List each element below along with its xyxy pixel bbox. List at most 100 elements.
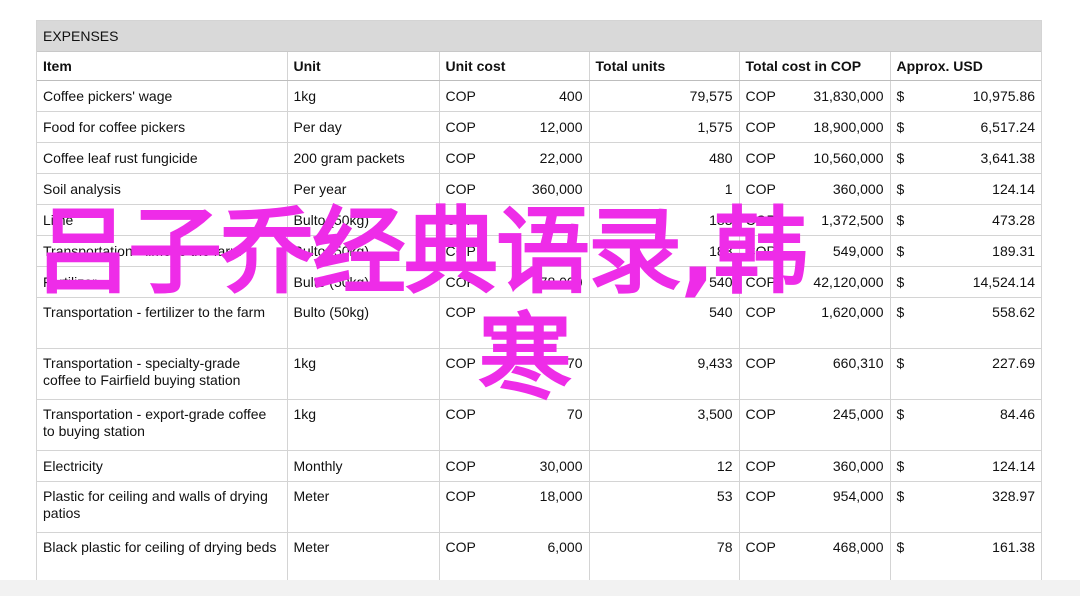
dollar-sign: $: [896, 355, 905, 371]
cell-unit: 1kg: [287, 399, 440, 451]
usd-value: 124.14: [992, 458, 1035, 474]
cell-total-cost: COP 360,000: [739, 450, 891, 482]
cell-usd: $473.28: [890, 204, 1041, 236]
cell-total-units: 3,500: [589, 399, 740, 451]
header-total-units: Total units: [589, 52, 740, 81]
cell-unit-cost: COP 30,000: [439, 450, 590, 482]
dollar-sign: $: [896, 181, 905, 197]
unit-cost-value: 22,000: [539, 150, 583, 166]
cell-usd: $124.14: [890, 450, 1041, 482]
cell-unit-cost: COP 400: [439, 80, 590, 112]
cell-total-cost: COP 10,560,000: [739, 142, 891, 174]
table-row: Transportation - fertilizer to the farm B…: [37, 297, 1041, 349]
cell-usd: $161.38: [890, 532, 1041, 584]
currency-label: COP: [745, 119, 776, 135]
cell-total-units: 78: [589, 532, 740, 584]
cell-unit-cost: COP 12,000: [439, 111, 590, 143]
dollar-sign: $: [896, 274, 905, 290]
cell-total-cost: COP 360,000: [739, 173, 891, 205]
cell-total-cost: COP 42,120,000: [739, 266, 891, 298]
total-cost-value: 360,000: [832, 181, 884, 197]
usd-value: 3,641.38: [980, 150, 1036, 166]
cell-usd: $14,524.14: [890, 266, 1041, 298]
cell-item: Plastic for ceiling and walls of drying …: [37, 481, 288, 533]
total-cost-value: 360,000: [832, 458, 884, 474]
currency-label: COP: [445, 212, 476, 228]
table-row: Electricity Monthly COP 30,000 12 COP 360,000 $…: [37, 450, 1041, 482]
total-cost-value: 468,000: [832, 539, 884, 555]
cell-total-units: 1: [589, 173, 740, 205]
cell-total-cost: COP 468,000: [739, 532, 891, 584]
cell-item: Soil analysis: [37, 173, 288, 205]
usd-value: 161.38: [992, 539, 1035, 555]
currency-label: COP: [445, 181, 476, 197]
usd-value: 124.14: [992, 181, 1035, 197]
table-row: Coffee pickers' wage 1kg COP 400 79,575 COP 31…: [37, 80, 1041, 112]
cell-total-cost: COP 18,900,000: [739, 111, 891, 143]
currency-label: COP: [445, 539, 476, 555]
unit-cost-value: 400: [559, 88, 583, 104]
currency-label: COP: [745, 181, 776, 197]
header-item: Item: [37, 52, 288, 81]
currency-label: COP: [745, 488, 776, 504]
total-cost-value: 31,830,000: [813, 88, 884, 104]
usd-value: 189.31: [992, 243, 1035, 259]
unit-cost-value: 70: [566, 406, 583, 422]
total-cost-value: 660,310: [832, 355, 884, 371]
cell-item: Fertilizer: [37, 266, 288, 298]
dollar-sign: $: [896, 212, 905, 228]
currency-label: COP: [445, 119, 476, 135]
cell-total-cost: COP 1,372,500: [739, 204, 891, 236]
cell-unit-cost: COP 6,000: [439, 532, 590, 584]
currency-label: COP: [745, 150, 776, 166]
unit-cost-value: 12,000: [539, 119, 583, 135]
cell-total-cost: COP 660,310: [739, 348, 891, 400]
cell-usd: $328.97: [890, 481, 1041, 533]
dollar-sign: $: [896, 304, 905, 320]
total-cost-value: 10,560,000: [813, 150, 884, 166]
cell-usd: $558.62: [890, 297, 1041, 349]
total-cost-value: 18,900,000: [813, 119, 884, 135]
header-row: Item Unit Unit cost Total units Total co…: [37, 52, 1041, 81]
usd-value: 473.28: [992, 212, 1035, 228]
total-cost-value: 1,372,500: [821, 212, 884, 228]
cell-usd: $227.69: [890, 348, 1041, 400]
currency-label: COP: [745, 243, 776, 259]
cell-unit-cost: COP 18,000: [439, 481, 590, 533]
currency-label: COP: [445, 355, 476, 371]
expenses-table: Item Unit Unit cost Total units Total co…: [37, 52, 1041, 584]
currency-label: COP: [745, 355, 776, 371]
dollar-sign: $: [896, 458, 905, 474]
table-row: Transportation - export-grade coffee to …: [37, 399, 1041, 451]
cell-total-units: 480: [589, 142, 740, 174]
currency-label: COP: [445, 150, 476, 166]
header-unit-cost: Unit cost: [439, 52, 590, 81]
unit-cost-value: 18,000: [539, 488, 583, 504]
cell-total-units: 183: [589, 235, 740, 267]
sheet-title: EXPENSES: [37, 21, 1041, 52]
table-row: Soil analysis Per year COP 360,000 1 COP 360,0…: [37, 173, 1041, 205]
currency-label: COP: [745, 406, 776, 422]
cell-unit: Bulto (50kg): [287, 266, 440, 298]
header-usd: Approx. USD: [890, 52, 1041, 81]
cell-unit-cost: COP: [439, 297, 590, 349]
dollar-sign: $: [896, 539, 905, 555]
cell-unit-cost: COP 360,000: [439, 173, 590, 205]
dollar-sign: $: [896, 88, 905, 104]
currency-label: COP: [445, 406, 476, 422]
currency-label: COP: [745, 539, 776, 555]
usd-value: 10,975.86: [972, 88, 1035, 104]
expenses-sheet: EXPENSES Item Unit Unit cost Total units…: [36, 20, 1042, 585]
cell-unit: Monthly: [287, 450, 440, 482]
unit-cost-value: 360,000: [531, 181, 583, 197]
cell-unit: 200 gram packets: [287, 142, 440, 174]
currency-label: COP: [445, 88, 476, 104]
dollar-sign: $: [896, 119, 905, 135]
cell-item: Food for coffee pickers: [37, 111, 288, 143]
cell-total-cost: COP 1,620,000: [739, 297, 891, 349]
cell-total-units: 1,575: [589, 111, 740, 143]
usd-value: 227.69: [992, 355, 1035, 371]
cell-item: Transportation - lime to the farm: [37, 235, 288, 267]
cell-usd: $10,975.86: [890, 80, 1041, 112]
usd-value: 14,524.14: [972, 274, 1035, 290]
